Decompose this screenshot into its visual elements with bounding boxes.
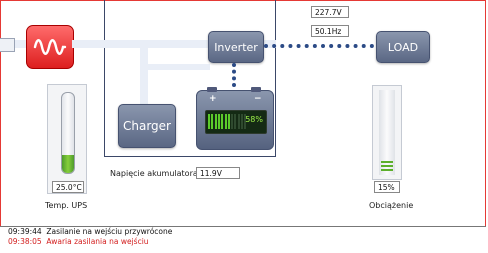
battery-bar (241, 114, 243, 129)
battery-bar (231, 114, 234, 129)
battery-bar (214, 114, 217, 129)
load-meter-segment (381, 165, 393, 167)
log-entry: 09:38:05 Awaria zasilania na wejściu (0, 237, 486, 247)
log-entry: 09:39:44 Zasilanie na wejściu przywrócon… (0, 227, 486, 237)
charger-button[interactable]: Charger (118, 104, 176, 148)
battery-plus-sign: + (209, 94, 217, 104)
input-voltage-readout: 227.7V (311, 6, 349, 18)
inverter-to-battery-flow (232, 63, 236, 87)
battery-voltage-label: Napięcie akumulatora (110, 169, 198, 178)
battery-terminal-minus (251, 87, 261, 92)
battery-bar (224, 114, 227, 129)
battery-bar (217, 114, 220, 129)
load-meter-frame (372, 85, 402, 180)
inverter-label: Inverter (214, 40, 258, 54)
inverter-to-load-flow (264, 44, 374, 48)
input-connector-stub (0, 38, 15, 52)
temperature-meter-tube (61, 92, 75, 174)
load-meter-segment (381, 161, 393, 163)
load-label: LOAD (387, 40, 419, 54)
temperature-value: 25.0°C (52, 181, 84, 193)
battery-bar (208, 114, 210, 129)
battery-block[interactable]: + − 58% (196, 87, 274, 150)
temperature-meter-fill (62, 155, 74, 173)
internal-line-charger-vertical (140, 48, 148, 104)
battery-charge-bars (208, 114, 248, 129)
battery-terminal-plus (207, 87, 217, 92)
internal-line-horizontal (72, 40, 210, 48)
inverter-button[interactable]: Inverter (208, 31, 264, 63)
log-message: Awaria zasilania na wejściu (46, 237, 149, 246)
load-button[interactable]: LOAD (376, 31, 430, 63)
event-log[interactable]: 09:39:44 Zasilanie na wejściu przywrócon… (0, 226, 486, 253)
battery-bar (221, 114, 224, 129)
battery-bar (234, 114, 237, 129)
load-value: 15% (374, 181, 400, 193)
input-frequency-readout: 50.1Hz (311, 25, 349, 37)
load-meter-track (379, 90, 395, 175)
battery-charge-display: 58% (205, 110, 267, 134)
log-time: 09:38:05 (8, 237, 42, 246)
load-meter-segment (381, 169, 393, 171)
battery-minus-sign: − (254, 94, 262, 104)
charger-label: Charger (123, 119, 171, 133)
battery-percent: 58% (245, 115, 263, 124)
battery-bar (211, 114, 214, 129)
log-message: Zasilanie na wejściu przywrócone (46, 227, 173, 236)
battery-bar (237, 114, 240, 129)
battery-bar (227, 114, 230, 129)
battery-voltage-value: 11.9V (196, 167, 240, 179)
temperature-label: Temp. UPS (45, 201, 88, 210)
internal-line-lower (148, 64, 210, 70)
input-power-button[interactable] (26, 25, 74, 69)
sine-wave-icon (33, 39, 67, 55)
load-meter-label: Obciążenie (369, 201, 414, 210)
log-time: 09:39:44 (8, 227, 42, 236)
